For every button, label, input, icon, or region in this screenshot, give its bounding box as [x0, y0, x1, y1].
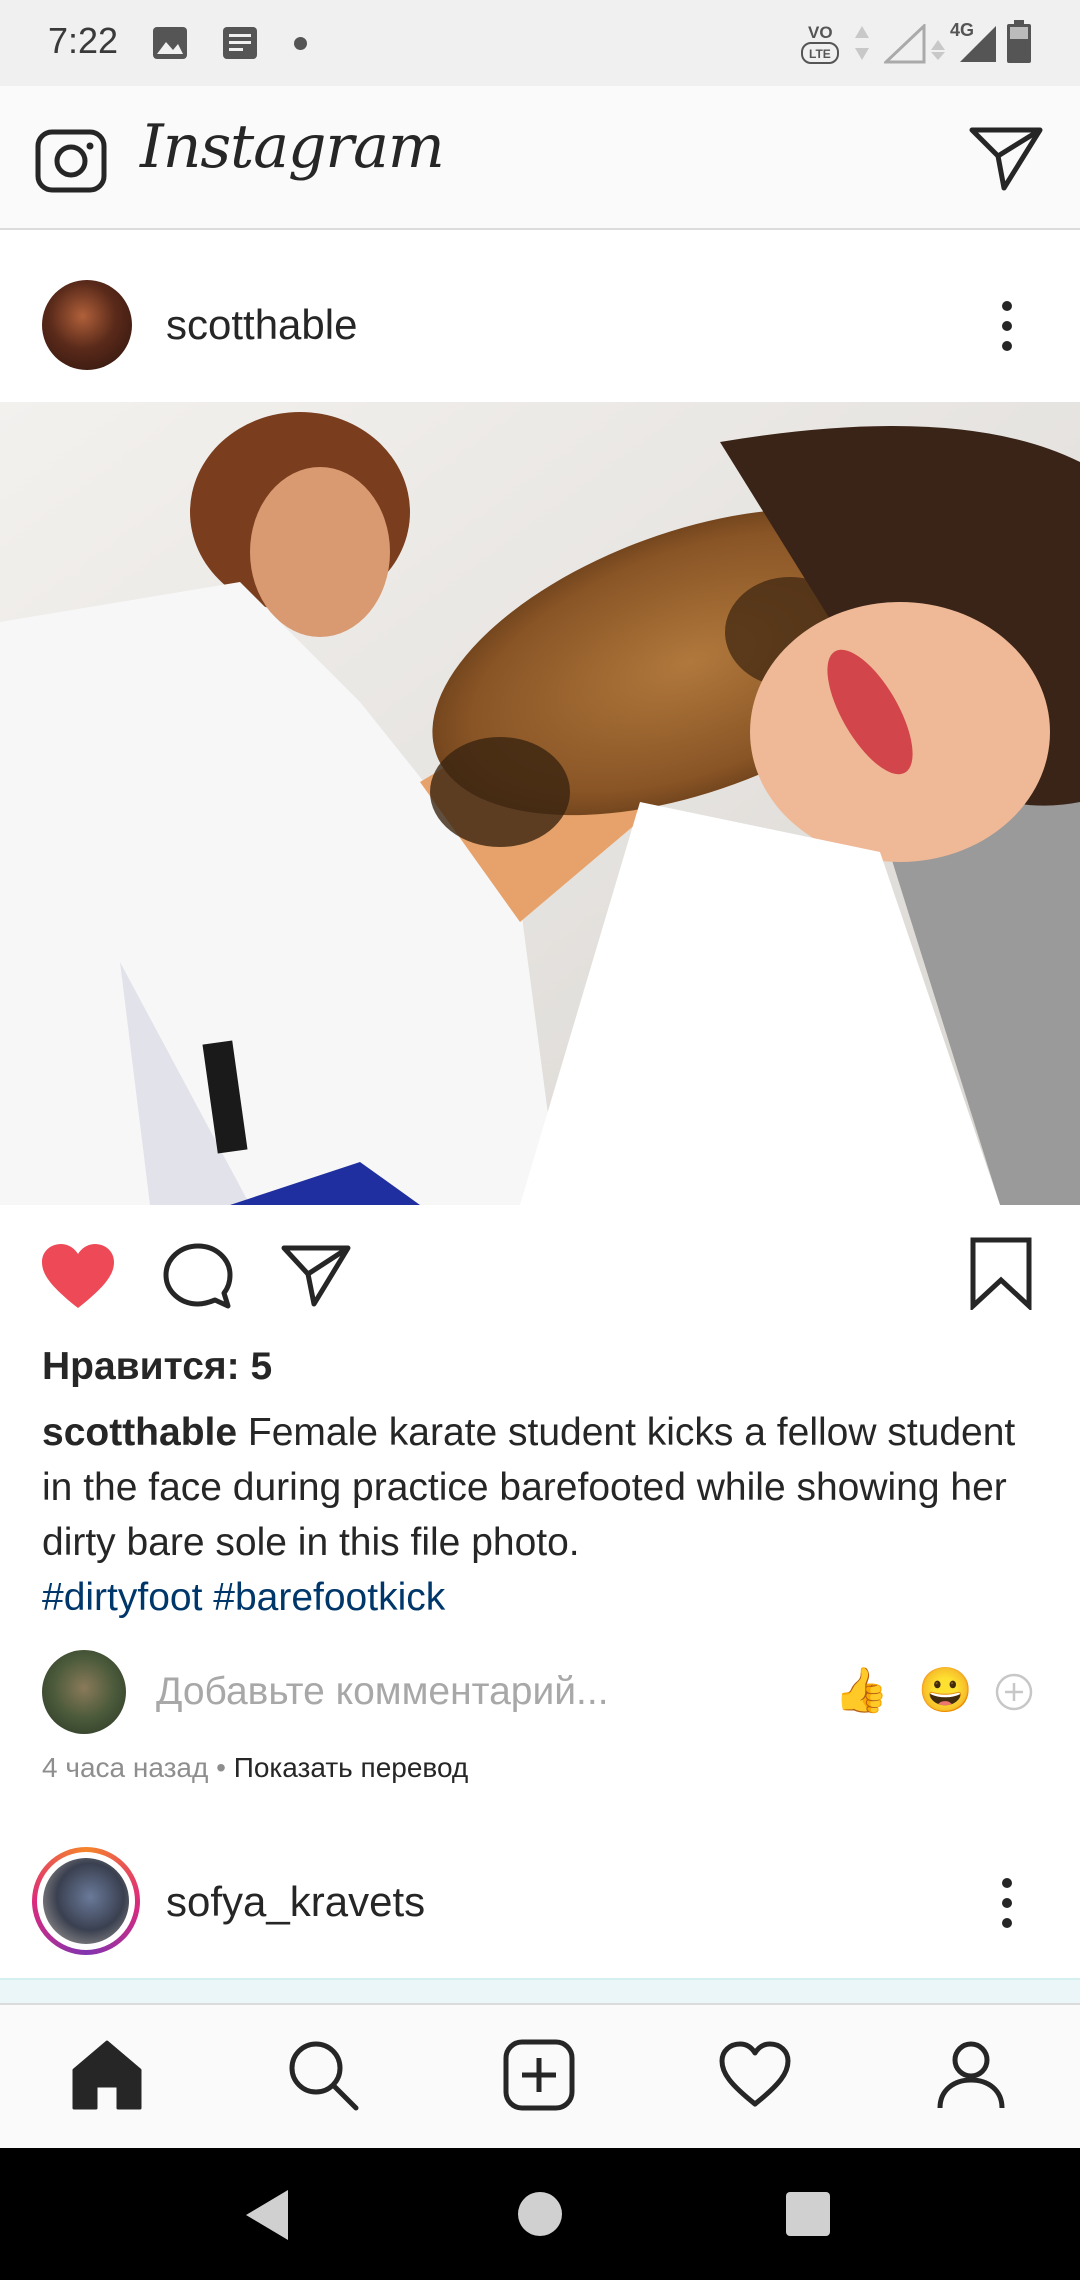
home-nav-icon[interactable] [518, 2192, 562, 2236]
direct-message-icon[interactable] [968, 122, 1044, 192]
share-icon[interactable] [280, 1242, 352, 1308]
hashtag-dirtyfoot[interactable]: #dirtyfoot [42, 1576, 202, 1619]
svg-text:LTE: LTE [809, 47, 831, 61]
data-activity-icon-2 [931, 40, 945, 60]
comment-icon[interactable] [162, 1242, 234, 1312]
post-time-ago: 4 часа назад [42, 1752, 209, 1783]
story-ring[interactable] [32, 1847, 140, 1955]
current-user-avatar [42, 1650, 126, 1734]
add-comment-input[interactable]: Добавьте комментарий... [156, 1670, 609, 1714]
signal-icon [884, 24, 926, 64]
camera-icon[interactable] [34, 122, 108, 196]
add-reaction-icon[interactable] [994, 1672, 1034, 1712]
grinning-face-reaction[interactable]: 😀 [918, 1664, 973, 1716]
profile-icon[interactable] [934, 2038, 1008, 2112]
caption-username[interactable]: scotthable [42, 1411, 237, 1454]
status-bar: 7:22 VO LTE 4G [0, 0, 1080, 86]
battery-icon [1007, 20, 1031, 63]
status-time: 7:22 [48, 20, 119, 61]
search-icon[interactable] [286, 2038, 360, 2112]
next-post-options-icon[interactable] [992, 1875, 1022, 1931]
bookmark-icon[interactable] [968, 1236, 1034, 1310]
home-icon[interactable] [70, 2038, 144, 2112]
post-author-username[interactable]: scotthable [166, 301, 357, 349]
image-notification-icon [153, 27, 187, 59]
post-author-avatar[interactable] [42, 280, 132, 370]
show-translation-link[interactable]: Показать перевод [234, 1752, 469, 1783]
message-notification-icon [223, 27, 257, 59]
post-timestamp-row: 4 часа назад • Показать перевод [42, 1752, 468, 1784]
4g-signal-icon [960, 26, 996, 62]
thumbs-up-reaction[interactable]: 👍 [834, 1664, 889, 1716]
post-caption: scotthable Female karate student kicks a… [42, 1405, 1042, 1625]
back-nav-icon[interactable] [242, 2188, 292, 2242]
data-activity-icon [855, 26, 869, 60]
svg-text:VO: VO [808, 23, 833, 42]
post-photo [0, 402, 1080, 1205]
dot-icon [294, 37, 307, 50]
likes-count[interactable]: Нравится: 5 [42, 1345, 272, 1389]
app-logo-title: Instagram [140, 112, 445, 182]
like-icon[interactable] [40, 1242, 116, 1312]
next-post-image-preview [0, 1978, 1080, 2005]
recents-nav-icon[interactable] [786, 2192, 830, 2236]
new-post-icon[interactable] [502, 2038, 576, 2112]
hashtag-barefootkick[interactable]: #barefootkick [213, 1576, 445, 1619]
separator-dot: • [208, 1752, 234, 1783]
next-post-username[interactable]: sofya_kravets [166, 1878, 425, 1926]
post-options-icon[interactable] [992, 298, 1022, 354]
activity-icon[interactable] [718, 2040, 792, 2110]
post-image[interactable] [0, 402, 1080, 1205]
volte-icon: VO LTE [801, 23, 839, 64]
next-post-avatar [43, 1858, 129, 1944]
